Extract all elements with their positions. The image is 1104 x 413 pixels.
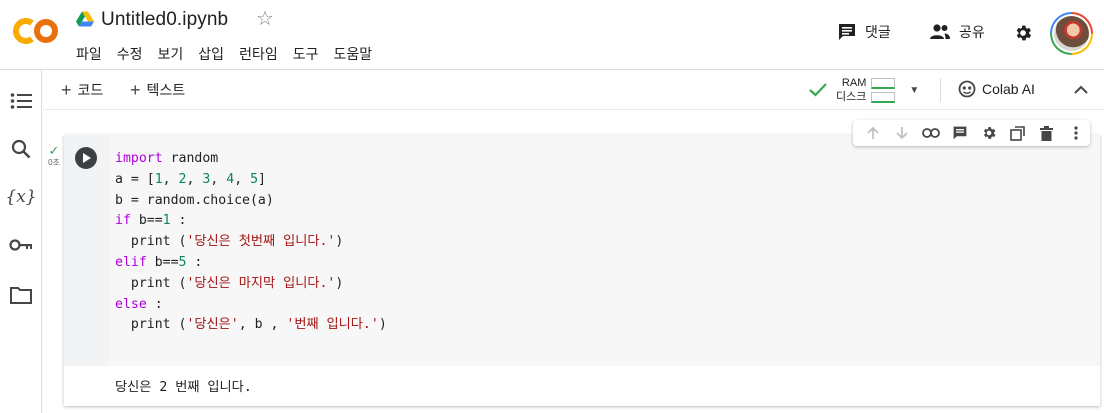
menu-help[interactable]: 도움말 <box>333 44 372 64</box>
gear-icon[interactable] <box>975 120 1004 146</box>
colab-ai-label: Colab AI <box>982 81 1035 97</box>
open-in-tab-icon[interactable] <box>1003 120 1032 146</box>
disk-usage-bar <box>871 91 896 103</box>
share-label: 공유 <box>959 24 985 40</box>
colab-ai-button[interactable]: Colab AI <box>958 80 1035 98</box>
connected-check-icon <box>809 83 827 97</box>
code-cell[interactable]: import random a = [1, 2, 3, 4, 5] b = rand… <box>64 135 1100 406</box>
menu-view[interactable]: 보기 <box>158 44 184 64</box>
menu-edit[interactable]: 수정 <box>117 44 143 64</box>
ram-label: RAM <box>841 77 867 89</box>
ram-usage-bar <box>871 77 896 89</box>
menu-file[interactable]: 파일 <box>76 44 102 64</box>
cell-toolbar <box>853 120 1090 146</box>
toolbar-divider <box>940 78 941 102</box>
secrets-key-icon[interactable] <box>8 232 34 258</box>
left-sidebar: {x} <box>0 70 42 413</box>
notebook-toolbar: + 코드 + 텍스트 RAM 디스크 ▼ Colab AI <box>43 70 1104 110</box>
code-editor[interactable]: import random a = [1, 2, 3, 4, 5] b = rand… <box>109 135 1100 366</box>
cell-gutter <box>64 135 109 366</box>
check-icon: ✓ <box>48 143 60 158</box>
star-icon[interactable]: ☆ <box>256 9 274 29</box>
add-text-label: 텍스트 <box>146 82 186 98</box>
comments-button[interactable]: 댓글 <box>837 22 891 42</box>
menu-runtime[interactable]: 런타임 <box>239 44 278 64</box>
comments-label: 댓글 <box>865 24 891 40</box>
files-folder-icon[interactable] <box>8 282 34 308</box>
menu-insert[interactable]: 삽입 <box>198 44 224 64</box>
people-icon <box>930 24 950 39</box>
variables-icon[interactable]: {x} <box>5 184 36 210</box>
code-line: print ('당신은', b , '번째 입니다.') <box>115 317 387 333</box>
add-code-button[interactable]: + 코드 <box>61 80 103 100</box>
colab-logo[interactable] <box>12 14 60 48</box>
link-icon[interactable] <box>917 120 946 146</box>
code-line: b = random.choice(a) <box>115 192 274 208</box>
add-code-label: 코드 <box>77 82 104 98</box>
header: Untitled0.ipynb ☆ 파일 수정 보기 삽입 런타임 도구 도움말… <box>0 0 1104 70</box>
code-line: else : <box>115 296 163 312</box>
chevron-down-icon[interactable]: ▼ <box>909 85 919 96</box>
chevron-up-icon[interactable] <box>1070 79 1092 101</box>
delete-trash-icon[interactable] <box>1032 120 1061 146</box>
resources-indicator[interactable]: RAM 디스크 ▼ <box>808 74 919 106</box>
colab-ai-icon <box>958 80 976 98</box>
code-text: import random a = [1, 2, 3, 4, 5] b = rand… <box>115 149 387 336</box>
code-line: a = [1, 2, 3, 4, 5] <box>115 171 266 187</box>
share-button[interactable]: 공유 <box>929 22 985 42</box>
table-of-contents-icon[interactable] <box>8 88 34 114</box>
code-line: print ('당신은 첫번째 입니다.') <box>115 234 344 250</box>
cell-output: 당신은 2 번째 입니다. <box>115 380 252 395</box>
comment-icon[interactable] <box>946 120 975 146</box>
code-line: if b==1 : <box>115 213 187 229</box>
execution-time: 0초 <box>48 158 60 167</box>
disk-label: 디스크 <box>836 91 867 103</box>
move-down-icon[interactable] <box>888 120 917 146</box>
search-icon[interactable] <box>8 136 34 162</box>
settings-gear-icon[interactable] <box>1013 23 1033 43</box>
avatar-photo <box>1054 16 1089 51</box>
code-line: elif b==5 : <box>115 254 203 270</box>
code-line: import random <box>115 151 219 166</box>
plus-icon: + <box>130 80 141 100</box>
account-avatar[interactable] <box>1050 12 1093 55</box>
execution-status: ✓ 0초 <box>44 144 64 168</box>
menu-bar: 파일 수정 보기 삽입 런타임 도구 도움말 <box>76 44 387 64</box>
more-vert-icon[interactable] <box>1061 120 1090 146</box>
add-text-button[interactable]: + 텍스트 <box>130 80 185 100</box>
google-drive-icon[interactable] <box>76 11 94 28</box>
run-cell-button[interactable] <box>75 147 97 169</box>
menu-tools[interactable]: 도구 <box>293 44 319 64</box>
notebook-title[interactable]: Untitled0.ipynb <box>101 9 228 31</box>
code-line: print ('당신은 마지막 입니다.') <box>115 275 344 291</box>
move-up-icon[interactable] <box>859 120 888 146</box>
comment-icon <box>839 24 855 40</box>
plus-icon: + <box>61 80 72 100</box>
